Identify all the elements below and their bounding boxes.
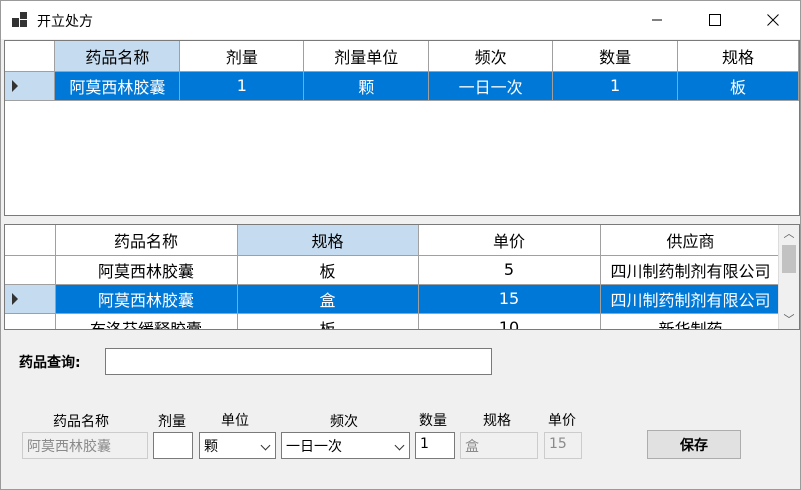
column-header[interactable]: 规格	[237, 225, 419, 256]
scroll-up-icon[interactable]: ︿	[783, 228, 795, 240]
row-header-corner	[5, 41, 56, 72]
table-cell[interactable]: 四川制药制剂有限公司	[600, 284, 782, 314]
table-cell[interactable]: 10	[418, 313, 601, 329]
table-cell[interactable]: 1	[552, 71, 679, 101]
minimize-icon	[652, 19, 662, 21]
table-cell[interactable]: 板	[237, 255, 419, 285]
quantity-field[interactable]: 1	[415, 432, 455, 459]
table-cell[interactable]: 阿莫西林胶囊	[55, 255, 238, 285]
title-bar: 开立处方	[1, 1, 800, 39]
table-cell[interactable]: 板	[237, 313, 419, 329]
app-icon	[12, 12, 28, 28]
close-button[interactable]	[744, 1, 801, 39]
row-header[interactable]	[5, 284, 56, 314]
table-cell[interactable]: 四川制药制剂有限公司	[600, 255, 782, 285]
scroll-down-icon[interactable]: ﹀	[783, 314, 795, 326]
close-icon	[767, 14, 779, 26]
row-header[interactable]	[5, 255, 56, 285]
frequency-select[interactable]: 一日一次	[281, 432, 410, 459]
column-header[interactable]: 剂量单位	[303, 41, 430, 72]
table-cell[interactable]: 15	[418, 284, 601, 314]
table-cell[interactable]: 板	[677, 71, 799, 101]
drug-grid-scrollbar[interactable]: ︿ ﹀	[778, 225, 799, 329]
prescription-grid[interactable]: 药品名称 剂量 剂量单位 频次 数量 规格 阿莫西林胶囊 1 颗 一日一次 1 …	[4, 40, 800, 216]
table-row[interactable]: 阿莫西林胶囊 1 颗 一日一次 1 板	[5, 71, 799, 101]
table-cell[interactable]: 1	[179, 71, 305, 101]
table-cell[interactable]: 颗	[303, 71, 430, 101]
dose-label: 剂量	[158, 414, 186, 430]
maximize-button[interactable]	[686, 1, 744, 39]
unit-select[interactable]: 颗	[199, 432, 276, 459]
unit-label: 单位	[221, 413, 249, 429]
row-header[interactable]	[5, 71, 56, 101]
table-row[interactable]: 阿莫西林胶囊 盒 15 四川制药制剂有限公司	[5, 284, 782, 314]
spec-field[interactable]: 盒	[460, 432, 538, 459]
column-header[interactable]: 规格	[677, 41, 799, 72]
table-cell[interactable]: 盒	[237, 284, 419, 314]
table-row[interactable]: 阿莫西林胶囊 板 5 四川制药制剂有限公司	[5, 255, 782, 285]
chevron-down-icon	[260, 440, 271, 451]
table-cell[interactable]: 一日一次	[428, 71, 554, 101]
prescription-window: 开立处方 药品名称 剂量 剂量单位 频次 数量 规格 阿莫西林胶囊 1 颗 一日…	[0, 0, 801, 490]
drug-name-label: 药品名称	[53, 414, 109, 430]
column-header[interactable]: 频次	[428, 41, 554, 72]
column-header[interactable]: 单价	[418, 225, 601, 256]
chevron-down-icon	[394, 440, 405, 451]
quantity-label: 数量	[419, 413, 447, 429]
price-label: 单价	[548, 413, 576, 429]
dose-field[interactable]	[153, 432, 193, 459]
column-header[interactable]: 药品名称	[54, 41, 181, 72]
table-row[interactable]: 布洛芬缓释胶囊 板 10 新华制药	[5, 313, 782, 329]
table-cell[interactable]: 阿莫西林胶囊	[54, 71, 181, 101]
row-header-corner	[5, 225, 56, 256]
column-header[interactable]: 药品名称	[55, 225, 238, 256]
search-input[interactable]	[105, 348, 492, 375]
save-button[interactable]: 保存	[647, 430, 741, 459]
table-cell[interactable]: 新华制药	[600, 313, 782, 329]
frequency-label: 频次	[330, 414, 358, 430]
column-header[interactable]: 数量	[552, 41, 679, 72]
column-header[interactable]: 剂量	[179, 41, 305, 72]
current-row-icon	[12, 79, 18, 92]
minimize-button[interactable]	[628, 1, 686, 39]
scrollbar-thumb[interactable]	[782, 245, 796, 273]
drug-list-grid[interactable]: 药品名称 规格 单价 供应商 阿莫西林胶囊 板 5 四川制药制剂有限公司 阿莫西…	[4, 224, 800, 330]
search-label: 药品查询:	[19, 355, 81, 371]
drug-name-field[interactable]: 阿莫西林胶囊	[22, 432, 148, 459]
window-title: 开立处方	[37, 14, 93, 30]
table-cell[interactable]: 5	[418, 255, 601, 285]
table-cell[interactable]: 阿莫西林胶囊	[55, 284, 238, 314]
table-cell[interactable]: 布洛芬缓释胶囊	[55, 313, 238, 329]
unit-select-value: 颗	[204, 439, 218, 455]
row-header[interactable]	[5, 313, 56, 329]
current-row-icon	[12, 292, 18, 305]
price-field[interactable]: 15	[544, 432, 582, 459]
maximize-icon	[709, 14, 721, 26]
frequency-select-value: 一日一次	[286, 439, 342, 455]
column-header[interactable]: 供应商	[600, 225, 782, 256]
spec-label: 规格	[483, 413, 511, 429]
